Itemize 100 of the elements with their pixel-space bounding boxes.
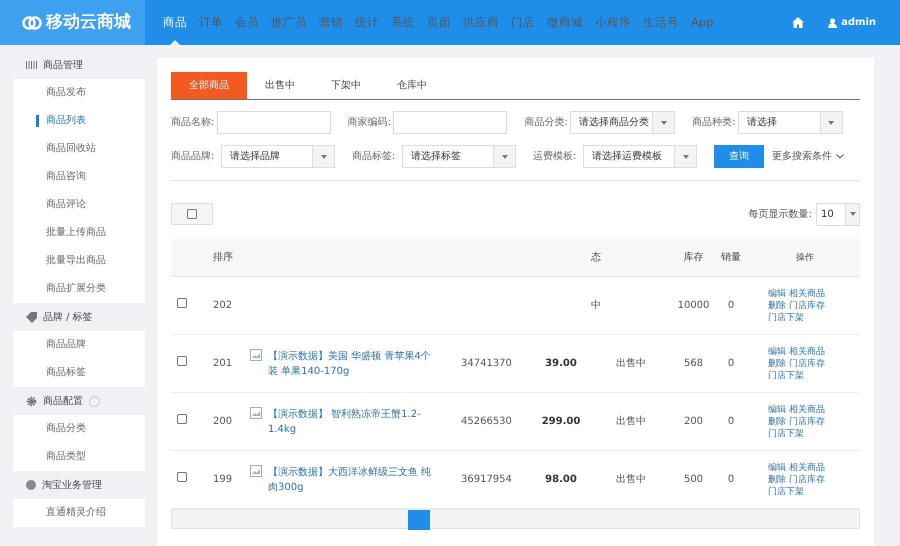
action-link[interactable]: 相关商品 (788, 288, 825, 298)
action-link[interactable]: 编辑 (768, 404, 786, 414)
sidebar-item[interactable]: 商品分类 (13, 415, 145, 443)
more-filters-link[interactable]: 更多搜索条件 (772, 149, 832, 164)
row-checkbox[interactable] (177, 298, 187, 308)
column-header: 态 (591, 252, 601, 263)
field-label: 商品名称: (171, 116, 216, 130)
sidebar-item[interactable]: 批量导出商品 (13, 247, 145, 275)
input-field[interactable] (393, 111, 508, 134)
table-cell: 200 (213, 416, 232, 427)
action-link[interactable]: 门店下架 (768, 428, 804, 438)
sidebar-item[interactable]: 商品咨询 (13, 163, 145, 191)
table-cell: 0 (728, 474, 734, 485)
caret-icon (682, 154, 688, 158)
table-cell: 0 (728, 358, 734, 369)
action-link[interactable]: 相关商品 (788, 462, 825, 472)
action-link[interactable]: 相关商品 (788, 404, 825, 414)
broken-image-icon (250, 464, 262, 476)
select-field[interactable]: 请选择品牌 (221, 145, 335, 168)
table-cell: 202 (213, 300, 232, 311)
sidebar-item[interactable]: 商品列表 (13, 107, 145, 135)
row-checkbox[interactable] (177, 414, 187, 424)
field-label: 商品品牌: (171, 150, 216, 164)
barcode-icon (26, 61, 37, 69)
tab[interactable]: 全部商品 (171, 72, 247, 99)
product-link[interactable]: 【演示数据】 智利熟冻帝王蟹1.2-1.4kg (268, 406, 438, 436)
sidebar-item[interactable]: 商品标签 (13, 359, 145, 387)
page-size-label: 每页显示数量: (748, 208, 812, 222)
tab[interactable]: 仓库中 (379, 72, 445, 99)
tab[interactable]: 出售中 (247, 72, 313, 99)
action-link[interactable]: 门店库存 (788, 416, 825, 426)
select-field[interactable]: 请选择 (738, 111, 843, 134)
logo-icon (22, 14, 42, 30)
select-field[interactable]: 请选择标签 (402, 145, 516, 168)
action-link[interactable]: 删除 (768, 358, 786, 368)
section-title: 商品管理 (43, 58, 83, 72)
table-cell: 45266530 (461, 416, 512, 427)
table-cell: 出售中 (616, 474, 646, 485)
action-link[interactable]: 门店下架 (768, 486, 804, 496)
column-header: 排序 (213, 252, 233, 263)
field-label: 商品种类: (692, 116, 737, 130)
action-link[interactable]: 门店库存 (788, 358, 825, 368)
sidebar-item[interactable]: 商品回收站 (13, 135, 145, 163)
row-checkbox[interactable] (177, 472, 187, 482)
nav-link[interactable]: 商品 (157, 0, 193, 45)
action-link[interactable]: 编辑 (768, 288, 786, 298)
section-title: 商品配置 (43, 394, 83, 408)
action-link[interactable]: 门店下架 (768, 312, 804, 322)
sidebar-item[interactable]: 商品品牌 (13, 331, 145, 359)
column-header: 操作 (796, 252, 814, 262)
product-link[interactable]: 【演示数据】大西洋冰鲜级三文鱼 纯肉300g (268, 464, 438, 494)
tab[interactable]: 下架中 (313, 72, 379, 99)
table-cell: 199 (213, 474, 232, 485)
sidebar-item[interactable]: 商品发布 (13, 79, 145, 107)
product-link[interactable]: 【演示数据】美国 华盛顿 青苹果4个装 单果140-170g (268, 348, 438, 378)
user-icon (828, 18, 838, 28)
table-cell: 0 (728, 416, 734, 427)
field-label: 商家编码: (348, 116, 392, 130)
search-button[interactable]: 查询 (714, 145, 764, 168)
select-field[interactable]: 请选择商品分类 (570, 111, 676, 134)
field-label: 商品标签: (352, 150, 396, 164)
action-link[interactable]: 相关商品 (788, 346, 825, 356)
table-cell: 10000 (678, 300, 710, 311)
action-link[interactable]: 删除 (768, 300, 786, 310)
sidebar-item[interactable]: 商品评论 (13, 191, 145, 219)
sidebar-item[interactable]: 商品扩展分类 (13, 275, 145, 303)
sidebar-item[interactable]: 直通精灵介绍 (13, 499, 145, 527)
page-size-select[interactable]: 10 (816, 202, 860, 226)
table-cell: 出售中 (616, 416, 646, 427)
table-cell: 299.00 (542, 416, 580, 427)
input-field[interactable] (216, 111, 331, 134)
row-checkbox[interactable] (177, 356, 187, 366)
section-title: 品牌 / 标签 (43, 310, 93, 324)
table-cell: 200 (684, 416, 704, 427)
action-link[interactable]: 门店库存 (788, 300, 825, 310)
action-link[interactable]: 门店库存 (788, 474, 825, 484)
home-icon[interactable] (792, 17, 804, 28)
table-cell: 568 (684, 358, 704, 369)
action-link[interactable]: 编辑 (768, 346, 786, 356)
circle-icon (26, 480, 36, 490)
caret-icon (850, 212, 856, 216)
sidebar-item[interactable]: 批量上传商品 (13, 219, 145, 247)
field-label: 运费模板: (533, 150, 578, 164)
broken-image-icon (250, 348, 262, 360)
action-link[interactable]: 删除 (768, 474, 786, 484)
brand-name: 移动云商城 (46, 10, 131, 34)
table-cell: 中 (591, 300, 601, 311)
action-link[interactable]: 门店下架 (768, 370, 804, 380)
user-link[interactable]: admin (841, 15, 876, 30)
select-all-button[interactable] (171, 203, 213, 225)
select-field[interactable]: 请选择运费模板 (583, 145, 697, 168)
table-cell: 36917954 (461, 474, 512, 485)
column-header: 库存 (684, 252, 704, 263)
action-link[interactable]: 编辑 (768, 462, 786, 472)
sidebar-item[interactable]: 商品类型 (13, 443, 145, 471)
tag-icon (26, 312, 37, 322)
table-cell: 34741370 (461, 358, 512, 369)
action-link[interactable]: 删除 (768, 416, 786, 426)
field-label: 商品分类: (524, 116, 569, 130)
section-title: 淘宝业务管理 (42, 478, 102, 492)
